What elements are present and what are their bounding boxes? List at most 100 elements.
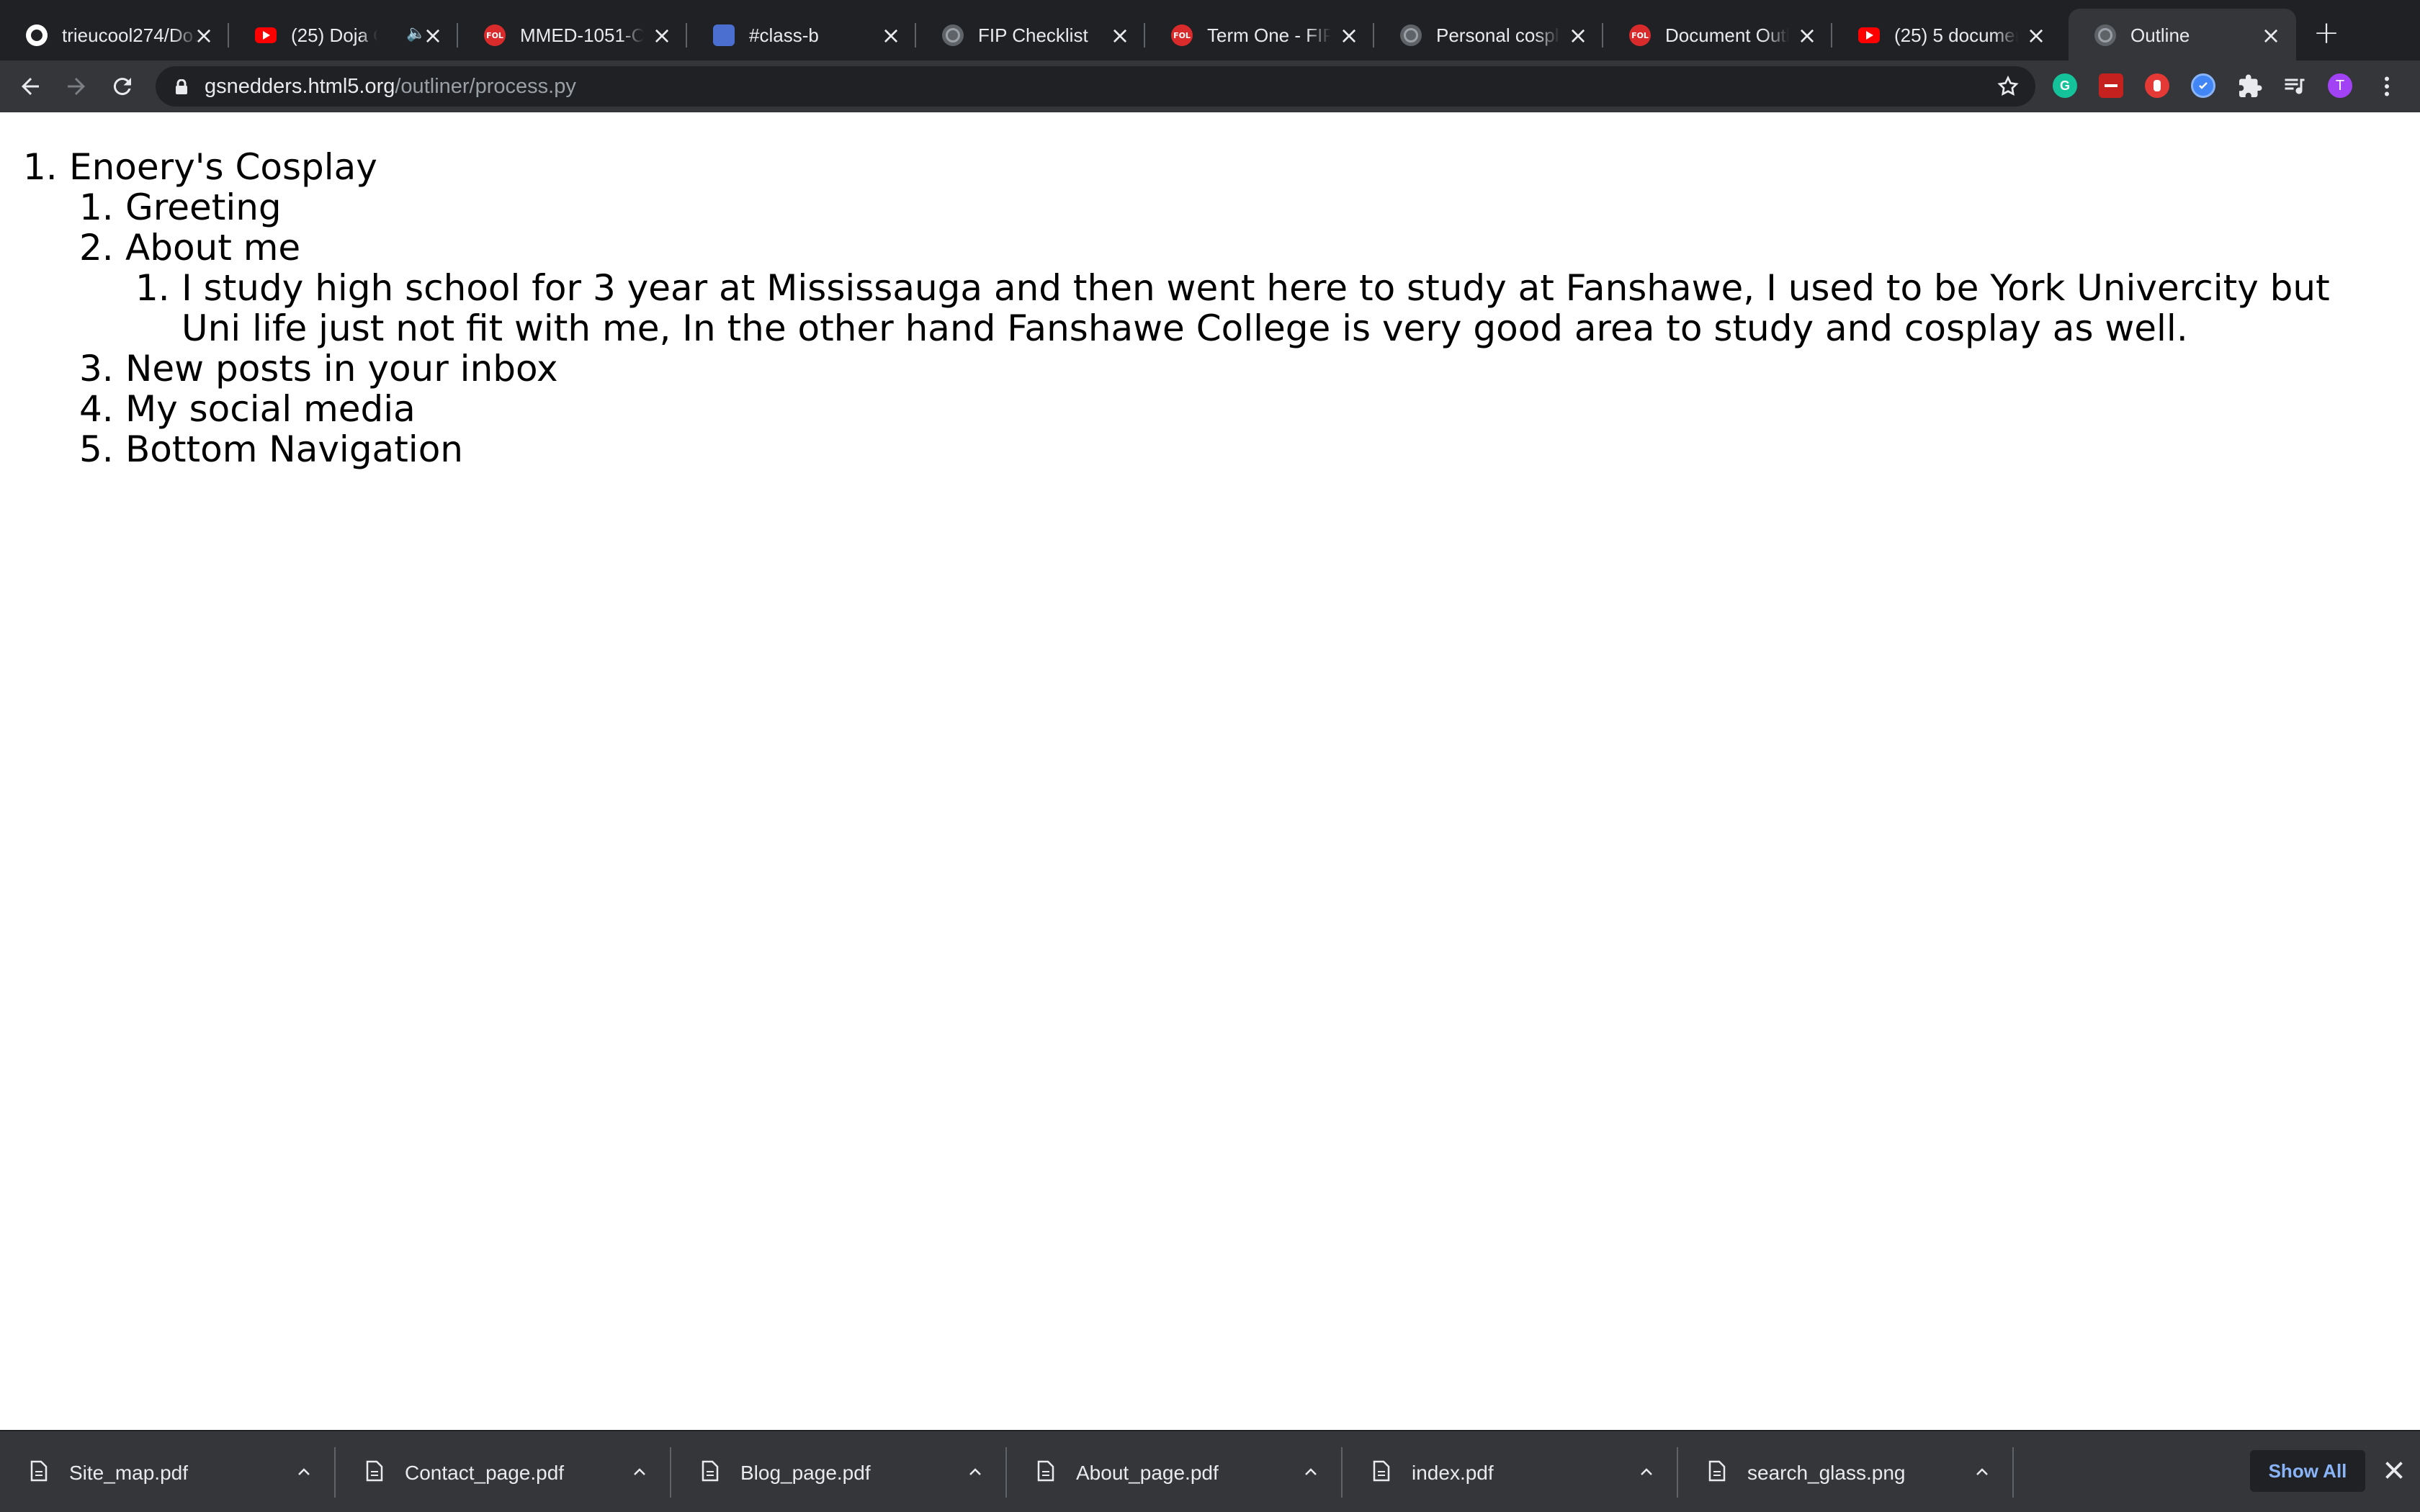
tab-title: MMED-1051-Cou	[520, 24, 644, 46]
download-filename: search_glass.png	[1747, 1462, 1906, 1484]
download-item[interactable]: Contact_page.pdf	[336, 1431, 671, 1512]
ad-block-icon[interactable]	[2099, 73, 2123, 98]
close-tab-icon[interactable]: ×	[1567, 24, 1589, 47]
outline-item: 1. Greeting	[79, 187, 2357, 228]
close-tab-icon[interactable]: ×	[2260, 24, 2282, 47]
download-item[interactable]: Site_map.pdf	[0, 1431, 336, 1512]
youtube-icon	[1858, 24, 1880, 46]
chevron-up-icon[interactable]	[295, 1463, 313, 1480]
tab-fip-checklist[interactable]: FIP Checklist ×	[916, 9, 1145, 60]
outline-heading: New posts in your inbox	[125, 348, 558, 390]
chevron-up-icon[interactable]	[967, 1463, 984, 1480]
outline-heading: I study high school for 3 year at Missis…	[182, 267, 2330, 349]
file-icon	[702, 1460, 719, 1482]
youtube-icon	[255, 24, 277, 46]
page-viewport: 1. Enoery's Cosplay 1. Greeting 2. About…	[0, 112, 2420, 1430]
tab-github[interactable]: trieucool274/Do… ×	[0, 9, 229, 60]
reload-icon[interactable]	[109, 73, 135, 99]
chevron-up-icon[interactable]	[1302, 1463, 1319, 1480]
tab-term-one[interactable]: FOL Term One - FIP - ×	[1145, 9, 1374, 60]
tab-youtube-doja[interactable]: (25) Doja Ca 🔈 ×	[229, 9, 458, 60]
tab-title: Personal cosplay	[1436, 24, 1560, 46]
url-text[interactable]: gsnedders.html5.org/outliner/process.py	[205, 73, 576, 99]
media-playlist-icon[interactable]	[2282, 73, 2308, 99]
outline-number: 5.	[79, 428, 114, 470]
file-icon	[1373, 1460, 1390, 1482]
tab-title: (25) 5 document	[1894, 24, 2018, 46]
download-item[interactable]: Blog_page.pdf	[671, 1431, 1007, 1512]
outline-heading: About me	[125, 227, 301, 269]
globe-icon	[2094, 24, 2116, 46]
outline-heading: My social media	[125, 388, 416, 430]
chevron-up-icon[interactable]	[631, 1463, 648, 1480]
chevron-up-icon[interactable]	[1638, 1463, 1655, 1480]
show-all-downloads-button[interactable]: Show All	[2250, 1450, 2365, 1492]
close-tab-icon[interactable]: ×	[2025, 24, 2047, 47]
outline-number: 2.	[79, 227, 114, 269]
outline-item: 4. My social media	[79, 389, 2357, 429]
tab-title: #class-b	[749, 24, 819, 46]
file-icon	[30, 1460, 48, 1482]
close-tab-icon[interactable]: ×	[1796, 24, 1818, 47]
chevron-up-icon[interactable]	[1973, 1463, 1991, 1480]
download-filename: Blog_page.pdf	[740, 1462, 871, 1484]
download-item[interactable]: index.pdf	[1343, 1431, 1678, 1512]
tab-personal-cosplay[interactable]: Personal cosplay ×	[1374, 9, 1603, 60]
close-tab-icon[interactable]: ×	[422, 24, 444, 47]
url-host: gsnedders.html5.org	[205, 75, 395, 98]
download-shelf: Site_map.pdf Contact_page.pdf Blog_page.…	[0, 1430, 2420, 1512]
outline-number: 1.	[135, 267, 170, 309]
close-tab-icon[interactable]: ×	[651, 24, 673, 47]
new-tab-plus-icon[interactable]: +	[2312, 17, 2341, 49]
outline-number: 3.	[79, 348, 114, 390]
outline-heading: Enoery's Cosplay	[69, 146, 377, 188]
file-icon	[1708, 1460, 1726, 1482]
outline-item: 1. I study high school for 3 year at Mis…	[135, 268, 2357, 348]
forward-arrow-icon[interactable]	[63, 73, 89, 99]
outline-sublist: 1. I study high school for 3 year at Mis…	[135, 268, 2357, 348]
document-outline: 1. Enoery's Cosplay 1. Greeting 2. About…	[23, 147, 2357, 469]
outline-number: 1.	[79, 186, 114, 228]
download-item[interactable]: About_page.pdf	[1007, 1431, 1343, 1512]
back-arrow-icon[interactable]	[17, 73, 43, 99]
close-tab-icon[interactable]: ×	[1338, 24, 1360, 47]
tab-title: Outline	[2130, 24, 2190, 46]
outline-number: 1.	[23, 146, 58, 188]
tab-youtube-documents[interactable]: (25) 5 document ×	[1832, 9, 2061, 60]
file-icon	[366, 1460, 383, 1482]
tab-title: FIP Checklist	[978, 24, 1088, 46]
lock-icon[interactable]	[174, 79, 189, 95]
github-icon	[26, 24, 48, 46]
address-bar[interactable]: gsnedders.html5.org/outliner/process.py	[156, 66, 2035, 107]
close-tab-icon[interactable]: ×	[880, 24, 902, 47]
outline-item: 1. Enoery's Cosplay 1. Greeting 2. About…	[23, 147, 2357, 469]
tab-title: Term One - FIP -	[1207, 24, 1331, 46]
slack-icon	[713, 24, 735, 46]
hand-stop-icon[interactable]	[2145, 73, 2169, 98]
profile-avatar[interactable]: T	[2328, 73, 2352, 98]
tab-document-outline[interactable]: FOL Document Outlin ×	[1603, 9, 1832, 60]
grammarly-icon[interactable]: G	[2053, 73, 2077, 98]
close-shelf-icon[interactable]	[2381, 1457, 2407, 1483]
close-tab-icon[interactable]: ×	[1109, 24, 1131, 47]
globe-icon	[1400, 24, 1422, 46]
outline-root-list: 1. Enoery's Cosplay 1. Greeting 2. About…	[23, 147, 2357, 469]
kebab-menu-icon[interactable]	[2374, 73, 2400, 99]
tab-outline-active[interactable]: Outline ×	[2069, 9, 2296, 60]
puzzle-extensions-icon[interactable]	[2237, 73, 2263, 99]
tab-strip: trieucool274/Do… × (25) Doja Ca 🔈 × FOL …	[0, 0, 2420, 60]
browser-toolbar: gsnedders.html5.org/outliner/process.py …	[0, 60, 2420, 112]
tab-title: Document Outlin	[1665, 24, 1789, 46]
download-filename: index.pdf	[1412, 1462, 1494, 1484]
close-tab-icon[interactable]: ×	[193, 24, 215, 47]
tab-title: trieucool274/Do…	[62, 24, 199, 46]
download-item[interactable]: search_glass.png	[1678, 1431, 2014, 1512]
tab-mmed[interactable]: FOL MMED-1051-Cou ×	[458, 9, 687, 60]
bookmark-star-icon[interactable]	[1996, 75, 2020, 98]
outline-heading: Bottom Navigation	[125, 428, 463, 470]
tab-slack[interactable]: #class-b ×	[687, 9, 916, 60]
vpn-shield-icon[interactable]	[2191, 73, 2215, 98]
tab-title: (25) Doja Ca	[291, 24, 377, 46]
url-path: /outliner/process.py	[395, 75, 576, 98]
download-filename: Contact_page.pdf	[405, 1462, 565, 1484]
